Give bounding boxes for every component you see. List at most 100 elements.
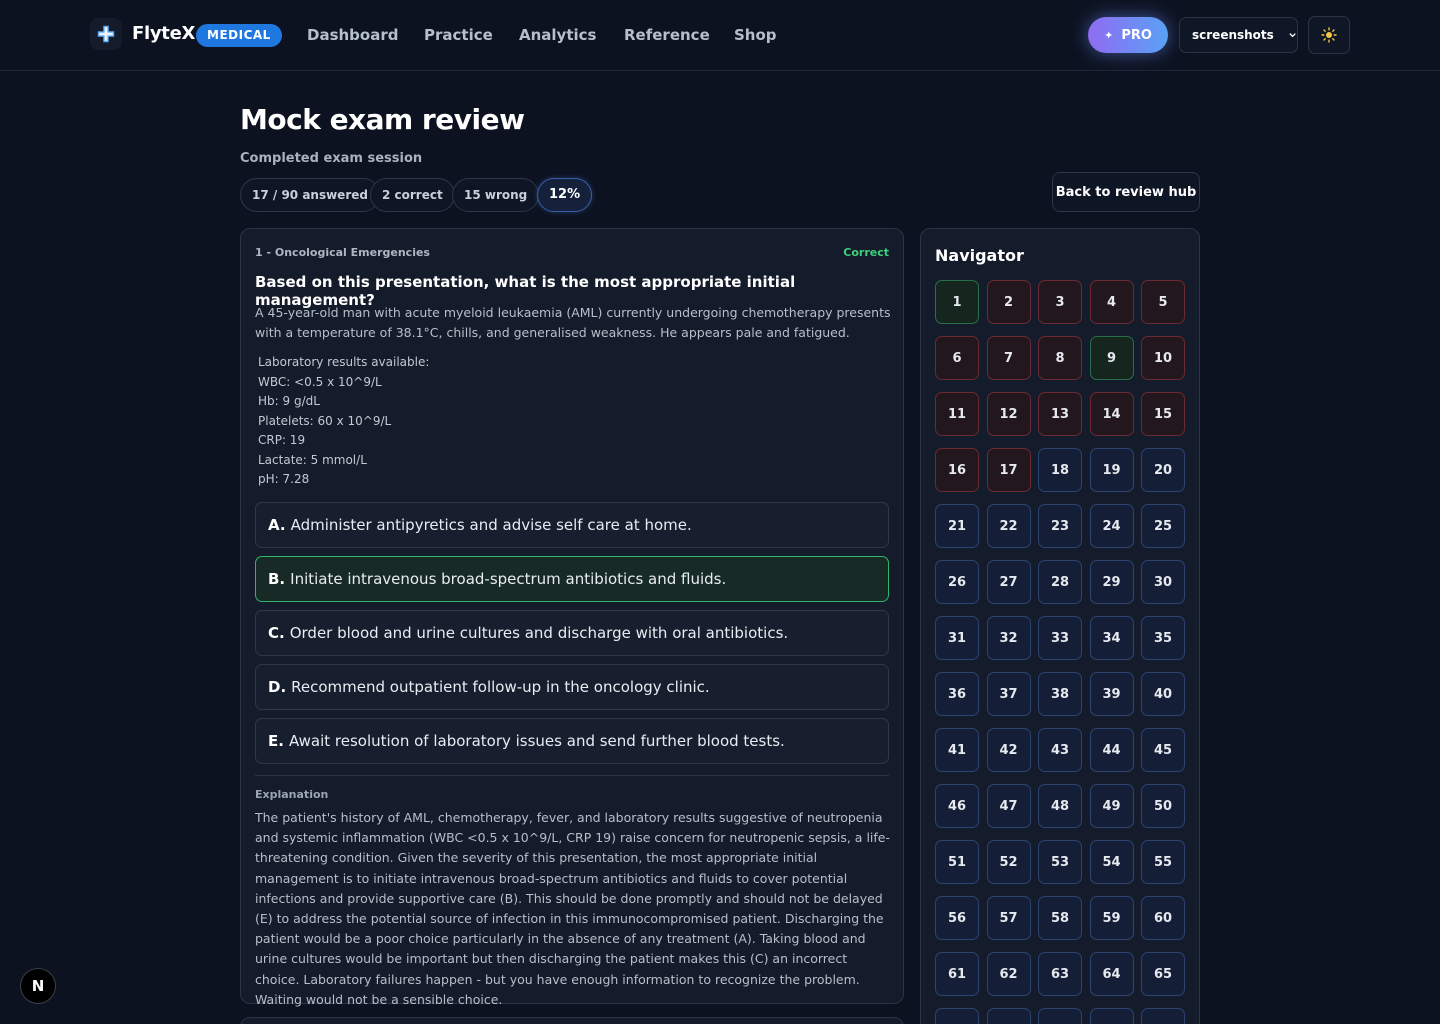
navigator-question-8[interactable]: 8 xyxy=(1038,336,1082,380)
navigator-question-25[interactable]: 25 xyxy=(1141,504,1185,548)
navigator-question-18[interactable]: 18 xyxy=(1038,448,1082,492)
lab-line: Lactate: 5 mmol/L xyxy=(258,452,367,467)
navigator-question-37[interactable]: 37 xyxy=(986,672,1031,716)
navigator-question-32[interactable]: 32 xyxy=(986,616,1031,660)
navigator-question-4[interactable]: 4 xyxy=(1089,280,1134,324)
question-card: 1 - Oncological Emergencies Correct Base… xyxy=(240,228,904,1007)
user-dropdown[interactable]: screenshots xyxy=(1179,17,1298,53)
navigator-question-50[interactable]: 50 xyxy=(1141,784,1185,828)
navigator-question-26[interactable]: 26 xyxy=(935,560,979,604)
navigator-question-1[interactable]: 1 xyxy=(935,280,979,324)
navigator-question-29[interactable]: 29 xyxy=(1089,560,1134,604)
theme-toggle-button[interactable] xyxy=(1308,16,1350,54)
option-text: Recommend outpatient follow-up in the on… xyxy=(291,678,710,696)
navigator-question-22[interactable]: 22 xyxy=(986,504,1031,548)
navigator-question-63[interactable]: 63 xyxy=(1038,952,1082,996)
navigator-question-58[interactable]: 58 xyxy=(1038,896,1082,940)
nav-practice[interactable]: Practice xyxy=(424,26,493,44)
wrong-count-pill: 15 wrong xyxy=(452,178,540,212)
navigator-question-45[interactable]: 45 xyxy=(1141,728,1185,772)
navigator-question-42[interactable]: 42 xyxy=(986,728,1031,772)
navigator-question-35[interactable]: 35 xyxy=(1141,616,1185,660)
navigator-question-33[interactable]: 33 xyxy=(1038,616,1082,660)
navigator-question-48[interactable]: 48 xyxy=(1038,784,1082,828)
navigator-question-30[interactable]: 30 xyxy=(1141,560,1185,604)
lab-line: Platelets: 60 x 10^9/L xyxy=(258,413,392,428)
option-d[interactable]: D. Recommend outpatient follow-up in the … xyxy=(255,664,889,710)
brand-name[interactable]: FlyteX xyxy=(132,23,195,44)
user-name: screenshots xyxy=(1192,28,1274,42)
navigator-question-47[interactable]: 47 xyxy=(986,784,1031,828)
navigator-question-17[interactable]: 17 xyxy=(986,448,1031,492)
correct-count-pill: 2 correct xyxy=(370,178,455,212)
navigator-question-24[interactable]: 24 xyxy=(1089,504,1134,548)
nav-shop[interactable]: Shop xyxy=(734,26,777,44)
navigator-question-46[interactable]: 46 xyxy=(935,784,979,828)
option-e[interactable]: E. Await resolution of laboratory issues … xyxy=(255,718,889,764)
navigator-question-52[interactable]: 52 xyxy=(986,840,1031,884)
navigator-question-2[interactable]: 2 xyxy=(986,280,1031,324)
navigator-question-61[interactable]: 61 xyxy=(935,952,979,996)
navigator-question-20[interactable]: 20 xyxy=(1141,448,1185,492)
navigator-question-40[interactable]: 40 xyxy=(1141,672,1185,716)
divider xyxy=(255,775,889,776)
navigator-question-59[interactable]: 59 xyxy=(1089,896,1134,940)
navigator-question-53[interactable]: 53 xyxy=(1038,840,1082,884)
navigator-question-56[interactable]: 56 xyxy=(935,896,979,940)
navigator-question-68[interactable]: 68 xyxy=(1038,1008,1082,1024)
navigator-question-3[interactable]: 3 xyxy=(1038,280,1082,324)
navigator-question-21[interactable]: 21 xyxy=(935,504,979,548)
nav-dashboard[interactable]: Dashboard xyxy=(307,26,398,44)
navigator-question-70[interactable]: 70 xyxy=(1141,1008,1185,1024)
navigator-question-15[interactable]: 15 xyxy=(1141,392,1185,436)
navigator-question-60[interactable]: 60 xyxy=(1141,896,1185,940)
navigator-question-55[interactable]: 55 xyxy=(1141,840,1185,884)
navigator-question-66[interactable]: 66 xyxy=(935,1008,979,1024)
navigator-question-13[interactable]: 13 xyxy=(1038,392,1082,436)
navigator-question-6[interactable]: 6 xyxy=(935,336,979,380)
option-c[interactable]: C. Order blood and urine cultures and dis… xyxy=(255,610,889,656)
navigator-question-38[interactable]: 38 xyxy=(1038,672,1082,716)
pro-button[interactable]: ✦ PRO xyxy=(1088,17,1168,53)
navigator-question-44[interactable]: 44 xyxy=(1089,728,1134,772)
nav-analytics[interactable]: Analytics xyxy=(519,26,596,44)
navigator-question-27[interactable]: 27 xyxy=(986,560,1031,604)
navigator-question-36[interactable]: 36 xyxy=(935,672,979,716)
navigator-question-51[interactable]: 51 xyxy=(935,840,979,884)
navigator-question-67[interactable]: 67 xyxy=(986,1008,1031,1024)
navigator-question-43[interactable]: 43 xyxy=(1038,728,1082,772)
page-subtitle: Completed exam session xyxy=(240,151,423,166)
navigator-question-9[interactable]: 9 xyxy=(1089,336,1134,380)
brand-logo[interactable] xyxy=(90,18,122,50)
navigator-question-12[interactable]: 12 xyxy=(986,392,1031,436)
navigator-question-19[interactable]: 19 xyxy=(1089,448,1134,492)
navigator-question-49[interactable]: 49 xyxy=(1089,784,1134,828)
navigator-question-41[interactable]: 41 xyxy=(935,728,979,772)
navigator-question-39[interactable]: 39 xyxy=(1089,672,1134,716)
navigator-question-16[interactable]: 16 xyxy=(935,448,979,492)
navigator-question-54[interactable]: 54 xyxy=(1089,840,1134,884)
dev-tools-badge[interactable]: N xyxy=(20,968,56,1004)
navigator-question-65[interactable]: 65 xyxy=(1141,952,1185,996)
sun-icon xyxy=(1321,27,1337,43)
option-letter: E. xyxy=(268,732,284,750)
navigator-question-5[interactable]: 5 xyxy=(1141,280,1185,324)
navigator-question-10[interactable]: 10 xyxy=(1141,336,1185,380)
navigator-question-62[interactable]: 62 xyxy=(986,952,1031,996)
navigator-question-69[interactable]: 69 xyxy=(1089,1008,1134,1024)
navigator-question-64[interactable]: 64 xyxy=(1089,952,1134,996)
option-b[interactable]: B. Initiate intravenous broad-spectrum an… xyxy=(255,556,889,602)
navigator-question-7[interactable]: 7 xyxy=(986,336,1031,380)
navigator-question-23[interactable]: 23 xyxy=(1038,504,1082,548)
navigator-question-34[interactable]: 34 xyxy=(1089,616,1134,660)
option-a[interactable]: A. Administer antipyretics and advise sel… xyxy=(255,502,889,548)
navigator-question-28[interactable]: 28 xyxy=(1038,560,1082,604)
navigator-question-57[interactable]: 57 xyxy=(986,896,1031,940)
navigator-question-31[interactable]: 31 xyxy=(935,616,979,660)
question-status: Correct xyxy=(843,246,889,259)
nav-reference[interactable]: Reference xyxy=(624,26,710,44)
navigator-question-14[interactable]: 14 xyxy=(1089,392,1134,436)
navigator-question-11[interactable]: 11 xyxy=(935,392,979,436)
back-to-review-hub-button[interactable]: Back to review hub xyxy=(1052,172,1200,212)
question-topic: 1 - Oncological Emergencies xyxy=(255,246,430,259)
